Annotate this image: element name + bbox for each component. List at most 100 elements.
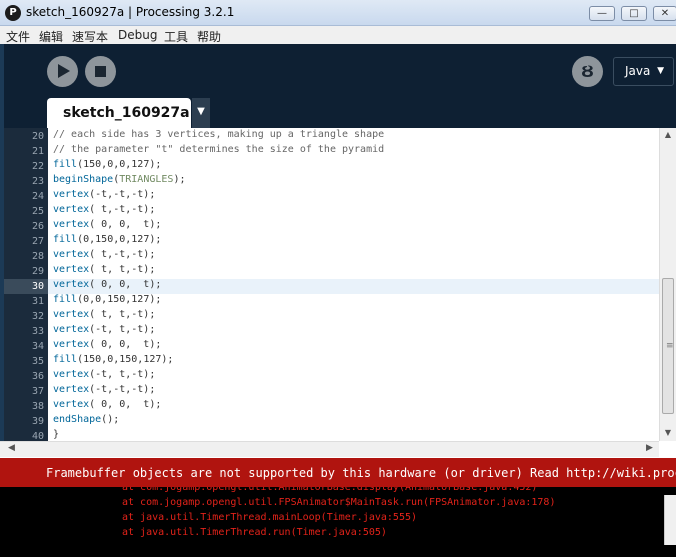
tab-sketch[interactable]: sketch_160927a [47,98,191,128]
line-number: 36 [31,371,44,382]
code-line[interactable]: vertex( t,-t,-t); [53,204,155,219]
chevron-down-icon: ▼ [657,66,664,76]
code-line[interactable]: } [53,429,59,441]
code-line[interactable]: vertex( 0, 0, t); [53,399,161,414]
menu-help[interactable]: 帮助 [197,28,221,45]
minimize-button[interactable]: — [589,6,615,21]
code-text: } [53,429,60,440]
code-line[interactable]: fill(0,0,150,127); [53,294,161,309]
line-number: 28 [31,251,44,262]
code-line[interactable]: vertex(-t,-t,-t); [53,384,155,399]
code-keyword: vertex [53,219,90,230]
editor-horizontal-scrollbar[interactable]: ◀ ▶ [0,441,659,457]
code-text: ( t, t,-t); [89,309,156,320]
code-line[interactable]: vertex( 0, 0, t); [53,279,161,294]
menu-debug[interactable]: Debug [118,28,157,42]
code-keyword: vertex [53,339,90,350]
stop-icon [95,66,106,77]
code-keyword: vertex [53,324,90,335]
code-text: (-t,-t,-t); [89,384,156,395]
line-number: 40 [31,431,44,441]
debug-button[interactable]: Ȣ [572,56,603,87]
code-line[interactable]: fill(150,0,0,127); [53,159,161,174]
code-line[interactable]: vertex( t,-t,-t); [53,249,155,264]
code-keyword: fill [53,159,78,170]
line-number: 20 [31,131,44,142]
code-editor[interactable]: // each side has 3 vertices, making up a… [48,128,659,441]
console-scrollbar[interactable] [664,495,676,545]
scroll-left-icon[interactable]: ◀ [8,443,15,453]
line-number: 34 [31,341,44,352]
code-line[interactable]: vertex(-t, t,-t); [53,369,155,384]
code-keyword: vertex [53,369,90,380]
code-keyword: vertex [53,384,90,395]
stop-button[interactable] [85,56,116,87]
code-line[interactable]: beginShape(TRIANGLES); [53,174,185,189]
menu-sketch[interactable]: 速写本 [72,28,108,45]
code-line[interactable]: // each side has 3 vertices, making up a… [53,129,384,144]
menu-tools[interactable]: 工具 [164,28,188,45]
code-keyword: vertex [53,399,90,410]
code-comment: // each side has 3 vertices, making up a… [53,129,385,140]
line-number: 23 [31,176,44,187]
code-line[interactable]: fill(150,0,150,127); [53,354,173,369]
menu-file[interactable]: 文件 [6,28,30,45]
line-number: 33 [31,326,44,337]
code-line[interactable]: fill(0,150,0,127); [53,234,161,249]
code-text: ( t,-t,-t); [89,204,156,215]
line-number: 22 [31,161,44,172]
menu-edit[interactable]: 编辑 [39,28,63,45]
title-bar: P sketch_160927a | Processing 3.2.1 — □ … [0,0,676,26]
code-line[interactable]: vertex( 0, 0, t); [53,219,161,234]
editor-vertical-scrollbar[interactable]: ▲ ≡ ▼ [659,128,676,441]
console-line: at java.util.TimerThread.mainLoop(Timer.… [122,512,418,523]
line-number: 27 [31,236,44,247]
code-keyword: vertex [53,309,90,320]
code-text: ( 0, 0, t); [89,399,162,410]
processing-app-icon: P [5,5,21,21]
code-line[interactable]: // the parameter "t" determines the size… [53,144,384,159]
mode-label: Java [625,64,651,78]
line-number: 21 [31,146,44,157]
run-button[interactable] [47,56,78,87]
code-text: (-t,-t,-t); [89,189,156,200]
tab-menu-button[interactable]: ▼ [192,98,210,128]
code-line[interactable]: vertex( t, t,-t); [53,309,155,324]
code-keyword: vertex [53,204,90,215]
line-number: 26 [31,221,44,232]
code-keyword: fill [53,294,78,305]
code-comment: // the parameter "t" determines the size… [53,144,385,155]
maximize-button[interactable]: □ [621,6,647,21]
code-line[interactable]: vertex( t, t,-t); [53,264,155,279]
code-line[interactable]: vertex(-t, t,-t); [53,324,155,339]
mode-selector[interactable]: Java ▼ [613,57,674,86]
grip-icon: ≡ [666,341,674,351]
code-line[interactable]: endShape(); [53,414,119,429]
code-keyword: fill [53,234,78,245]
scroll-right-icon[interactable]: ▶ [646,443,653,453]
scrollbar-thumb[interactable]: ≡ [662,278,674,414]
console-output: at com.jogamp.opengl.util.AnimatorBase.d… [0,487,676,557]
code-text: (0,150,0,127); [77,234,162,245]
code-text: ( t,-t,-t); [89,249,156,260]
close-button[interactable]: ✕ [653,6,676,21]
line-number: 24 [31,191,44,202]
code-text: (150,0,0,127); [77,159,162,170]
code-text: ( 0, 0, t); [89,339,162,350]
code-keyword: beginShape [53,174,114,185]
line-number-gutter: 20 21 22 23 24 25 26 27 28 29 30 31 32 33 34 35 36 37 38 39… [4,128,48,441]
line-number: 32 [31,311,44,322]
scroll-down-icon[interactable]: ▼ [660,428,676,437]
code-text: (150,0,150,127); [77,354,174,365]
line-number: 25 [31,206,44,217]
butterfly-icon: Ȣ [581,62,594,81]
scroll-up-icon[interactable]: ▲ [660,130,676,139]
code-line[interactable]: vertex( 0, 0, t); [53,339,161,354]
line-number: 31 [31,296,44,307]
code-keyword: vertex [53,279,90,290]
console-line: at com.jogamp.opengl.util.AnimatorBase.d… [122,487,538,493]
code-text: (0,0,150,127); [77,294,162,305]
code-text: ( 0, 0, t); [89,219,162,230]
code-line[interactable]: vertex(-t,-t,-t); [53,189,155,204]
code-text: ( t, t,-t); [89,264,156,275]
